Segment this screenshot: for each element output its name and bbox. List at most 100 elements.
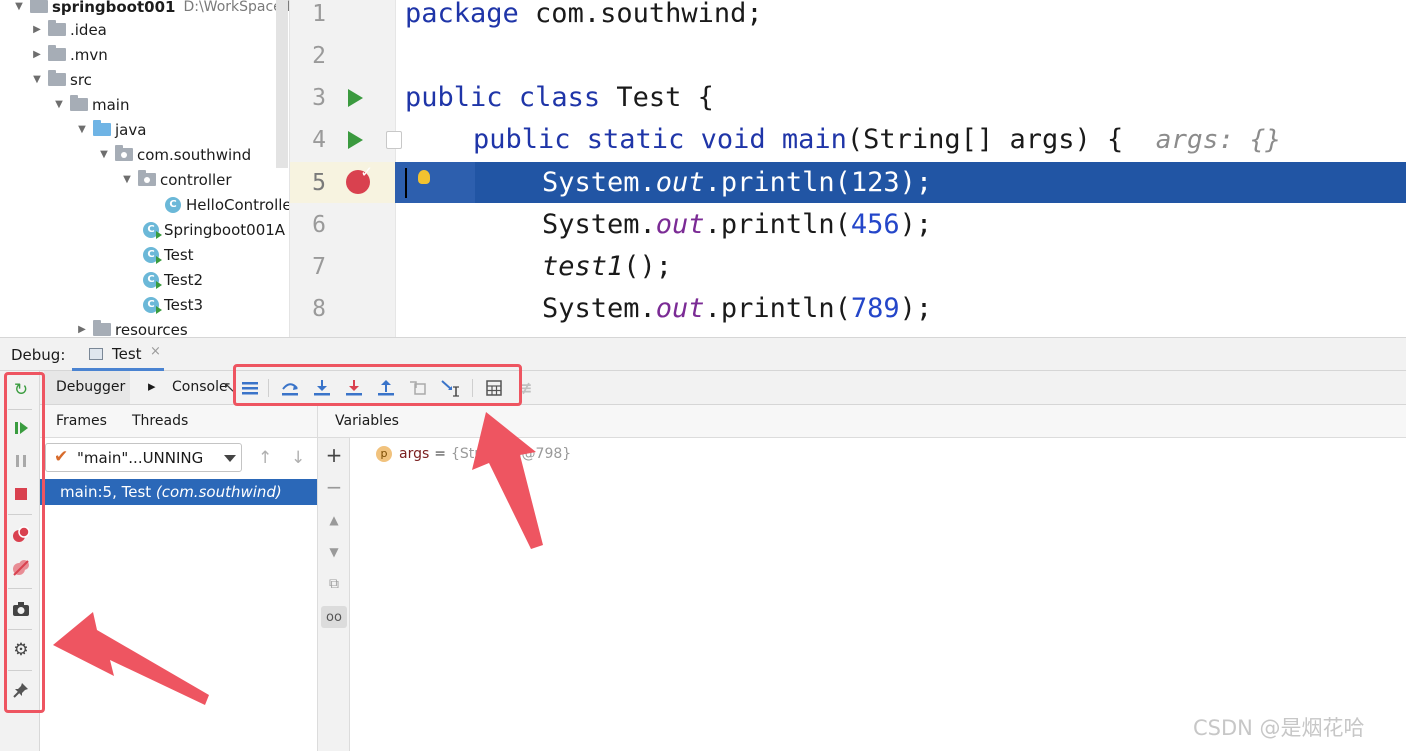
- chevron-down-icon[interactable]: ▼: [118, 174, 136, 185]
- tree-item-label: HelloControlle: [186, 195, 290, 214]
- tree-item-main[interactable]: ▼ main: [50, 92, 129, 117]
- watermark: CSDN @是烟花哈: [1193, 716, 1365, 740]
- code-text: public static void main(String[] args) {…: [473, 124, 1281, 155]
- tree-item-label: main: [92, 95, 130, 114]
- line-number: 2: [312, 43, 326, 69]
- tree-item-springboot001application[interactable]: C Springboot001A: [143, 217, 285, 242]
- tab-console[interactable]: Console: [172, 379, 228, 395]
- thread-select[interactable]: ✔ "main"...UNNING: [45, 443, 242, 472]
- code-text: package com.southwind;: [405, 0, 763, 29]
- tree-item-hellocontroller[interactable]: C HelloControlle: [165, 192, 290, 217]
- folder-icon: [70, 95, 88, 111]
- chevron-down-icon[interactable]: ▼: [28, 74, 46, 85]
- chevron-down-icon[interactable]: ▼: [10, 1, 28, 12]
- frame-row-selected[interactable]: main:5, Test (com.southwind): [40, 479, 317, 505]
- line-number: 3: [312, 85, 326, 111]
- frames-panel: ✔ "main"...UNNING ↑ ↓ main:5, Test (com.…: [40, 438, 318, 751]
- remove-watch-icon[interactable]: −: [323, 475, 345, 499]
- package-icon: [138, 170, 156, 186]
- line-number: 5: [312, 170, 326, 196]
- tree-item-com-southwind[interactable]: ▼ com.southwind: [95, 142, 251, 167]
- runnable-class-icon: C: [143, 221, 162, 239]
- chevron-down-icon[interactable]: ▼: [73, 124, 91, 135]
- variable-name: args: [399, 446, 430, 462]
- glasses-icon[interactable]: oo: [321, 606, 347, 628]
- chevron-down-icon[interactable]: ▼: [50, 99, 68, 110]
- resources-folder-icon: [93, 320, 111, 336]
- code-line-current[interactable]: 5 System.out.println(123);: [290, 162, 1406, 204]
- console-icon: ▸: [148, 377, 156, 395]
- tree-item-label: springboot001: [52, 0, 176, 16]
- check-icon: ✔: [54, 447, 69, 467]
- tab-run-test[interactable]: Test ×: [72, 338, 164, 371]
- tree-item-test2[interactable]: C Test2: [143, 267, 203, 292]
- code-text: System.out.println(123);: [542, 167, 933, 198]
- code-text: System.out.println(456);: [542, 209, 933, 240]
- move-up-icon[interactable]: ▲: [323, 509, 345, 531]
- folder-icon: [48, 45, 66, 61]
- chevron-right-icon[interactable]: ▶: [28, 24, 46, 35]
- tree-item-java[interactable]: ▼ java: [73, 117, 146, 142]
- tree-item-test[interactable]: C Test: [143, 242, 194, 267]
- tree-item-label: src: [70, 70, 92, 89]
- duplicate-icon[interactable]: ⧉: [323, 573, 345, 595]
- code-editor[interactable]: 1 package com.southwind; 2 3 public clas…: [290, 0, 1406, 337]
- inline-debug-hint: args: {}: [1155, 125, 1281, 155]
- run-gutter-icon[interactable]: [348, 131, 363, 149]
- arrow-down-icon[interactable]: ↓: [291, 448, 305, 468]
- move-down-icon[interactable]: ▼: [323, 541, 345, 563]
- chevron-right-icon[interactable]: ▶: [28, 49, 46, 60]
- tree-item-label: Springboot001A: [164, 220, 286, 239]
- code-line[interactable]: 1 package com.southwind;: [290, 0, 1406, 35]
- tree-item-src[interactable]: ▼ src: [28, 67, 92, 92]
- tab-frames[interactable]: Frames: [56, 413, 107, 429]
- close-icon[interactable]: ×: [150, 344, 161, 359]
- variable-row[interactable]: p args = {String[0]@798}: [376, 444, 571, 464]
- chevron-down-icon[interactable]: ▼: [95, 149, 113, 160]
- tree-item-test3[interactable]: C Test3: [143, 292, 203, 317]
- debug-label: Debug:: [11, 346, 66, 364]
- thread-select-value: "main"...UNNING: [77, 449, 204, 467]
- variable-value: {String[0]@798}: [451, 446, 572, 462]
- tree-item-label: .idea: [70, 20, 107, 39]
- code-line[interactable]: 8 System.out.println(789);: [290, 288, 1406, 330]
- run-gutter-icon[interactable]: [348, 89, 363, 107]
- tree-item-controller[interactable]: ▼ controller: [118, 167, 232, 192]
- source-folder-icon: [93, 120, 111, 136]
- variables-toolbar: + − ▲ ▼ ⧉ oo: [318, 438, 350, 751]
- tree-item-idea[interactable]: ▶ .idea: [28, 17, 107, 42]
- parameter-icon: p: [376, 446, 392, 462]
- runnable-class-icon: C: [143, 296, 162, 314]
- package-icon: [115, 145, 133, 161]
- code-line[interactable]: 3 public class Test {: [290, 77, 1406, 119]
- runnable-class-icon: C: [143, 271, 162, 289]
- code-line[interactable]: 6 System.out.println(456);: [290, 204, 1406, 246]
- run-config-icon: [89, 348, 103, 360]
- chevron-right-icon[interactable]: ▶: [73, 324, 91, 335]
- lightbulb-icon[interactable]: [418, 170, 430, 184]
- code-text: public class Test {: [405, 82, 714, 113]
- code-line[interactable]: 7 test1();: [290, 246, 1406, 288]
- line-number: 8: [312, 296, 326, 322]
- tree-item-mvn[interactable]: ▶ .mvn: [28, 42, 108, 67]
- line-number: 7: [312, 254, 326, 280]
- runnable-class-icon: C: [143, 246, 162, 264]
- breakpoint-icon[interactable]: [346, 163, 373, 194]
- code-text: test1();: [542, 251, 673, 282]
- tree-item-label: resources: [115, 320, 188, 338]
- code-text: System.out.println(789);: [542, 293, 933, 324]
- add-watch-icon[interactable]: +: [323, 443, 345, 467]
- tab-debugger-label[interactable]: Debugger: [56, 379, 125, 395]
- tree-item-label: java: [115, 120, 147, 139]
- fold-marker-icon[interactable]: [386, 131, 402, 149]
- variables-panel: p args = {String[0]@798}: [350, 438, 1406, 751]
- chevron-down-icon[interactable]: [224, 455, 236, 462]
- arrow-up-icon[interactable]: ↑: [258, 448, 272, 468]
- tree-item-label: controller: [160, 170, 232, 189]
- tree-scrollbar[interactable]: [276, 0, 288, 168]
- tab-threads[interactable]: Threads: [132, 413, 188, 429]
- tree-item-resources[interactable]: ▶ resources: [73, 317, 188, 337]
- code-line[interactable]: 4 public static void main(String[] args)…: [290, 119, 1406, 161]
- code-line[interactable]: 2: [290, 35, 1406, 77]
- tree-item-label: Test2: [164, 270, 204, 289]
